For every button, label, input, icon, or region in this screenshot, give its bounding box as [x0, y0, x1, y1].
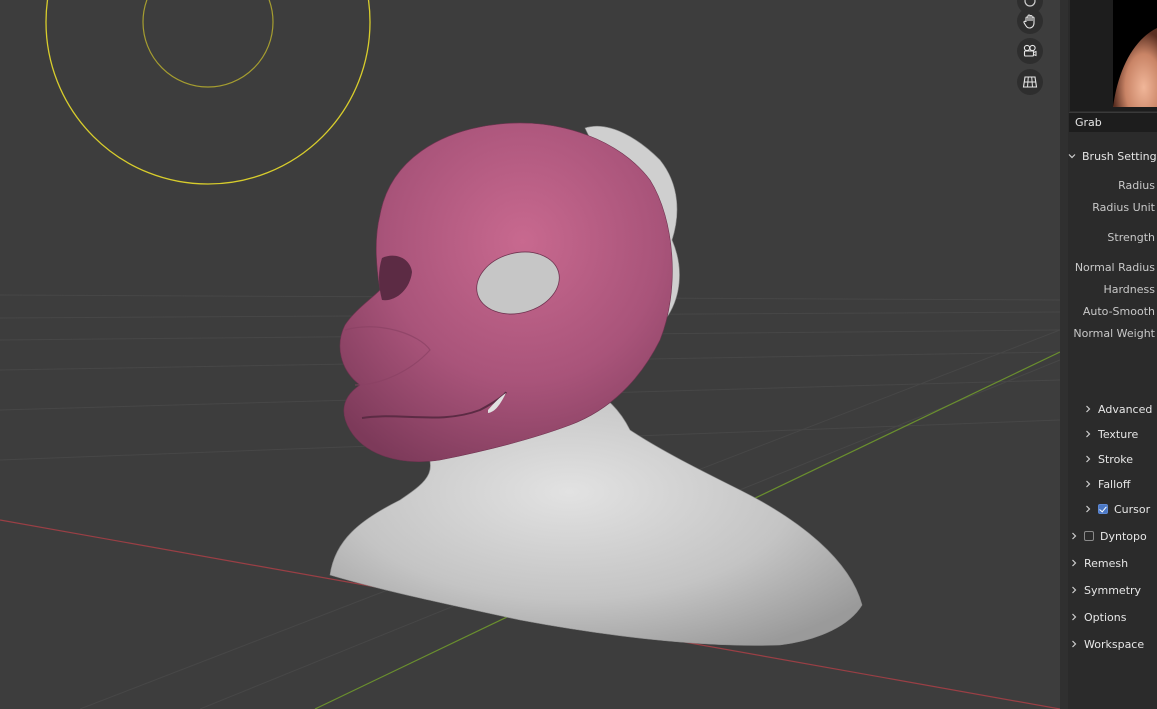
subpanel-falloff[interactable]: Falloff [1082, 475, 1130, 493]
panel-options[interactable]: Options [1068, 608, 1126, 626]
subpanel-stroke[interactable]: Stroke [1082, 450, 1133, 468]
panel-dyntopo-label: Dyntopo [1100, 529, 1147, 543]
chevron-right-icon [1068, 584, 1080, 596]
subpanel-advanced-label: Advanced [1098, 402, 1153, 416]
chevron-right-icon [1068, 611, 1080, 623]
panel-brush-settings[interactable]: Brush Settings [1066, 147, 1157, 165]
panel-remesh-label: Remesh [1084, 556, 1129, 570]
panel-options-label: Options [1084, 610, 1127, 624]
prop-strength-label: Strength [1107, 231, 1155, 244]
prop-normal-radius-label: Normal Radius [1074, 261, 1155, 274]
hand-pan-icon[interactable] [1017, 8, 1043, 34]
chevron-right-icon [1082, 478, 1094, 490]
brush-cursor-inner-ring [142, 0, 274, 88]
panel-workspace-label: Workspace [1084, 637, 1145, 651]
brush-name-field[interactable]: Grab [1069, 112, 1157, 132]
subpanel-cursor[interactable]: Cursor [1082, 500, 1150, 518]
chevron-right-icon [1082, 503, 1094, 515]
3d-viewport[interactable] [0, 0, 1060, 709]
subpanel-advanced[interactable]: Advanced [1082, 400, 1152, 418]
subpanel-texture-label: Texture [1098, 427, 1139, 441]
cursor-checkbox[interactable] [1098, 504, 1108, 514]
grid-view-icon[interactable] [1017, 69, 1043, 95]
chevron-right-icon [1068, 638, 1080, 650]
panel-dyntopo[interactable]: Dyntopo [1068, 527, 1147, 545]
prop-auto-smooth-label: Auto-Smooth [1082, 305, 1155, 318]
panel-symmetry-label: Symmetry [1084, 583, 1142, 597]
panel-workspace[interactable]: Workspace [1068, 635, 1144, 653]
prop-radius-label: Radius [1118, 179, 1155, 192]
brush-preview[interactable] [1070, 0, 1157, 111]
sculpt-scene [0, 0, 1060, 709]
subpanel-falloff-label: Falloff [1098, 477, 1131, 491]
chevron-down-icon [1066, 150, 1078, 162]
prop-hardness-label: Hardness [1103, 283, 1155, 296]
brush-thumbnail [1113, 0, 1157, 107]
camera-icon[interactable] [1017, 38, 1043, 64]
panel-brush-settings-label: Brush Settings [1082, 149, 1157, 163]
dyntopo-checkbox[interactable] [1084, 531, 1094, 541]
brush-cursor-outer-ring [45, 0, 371, 185]
prop-radius-unit-label: Radius Unit [1092, 201, 1155, 214]
chevron-right-icon [1082, 453, 1094, 465]
panel-symmetry[interactable]: Symmetry [1068, 581, 1141, 599]
panel-remesh[interactable]: Remesh [1068, 554, 1128, 572]
subpanel-texture[interactable]: Texture [1082, 425, 1138, 443]
chevron-right-icon [1068, 530, 1080, 542]
chevron-right-icon [1082, 403, 1094, 415]
chevron-right-icon [1068, 557, 1080, 569]
subpanel-stroke-label: Stroke [1098, 452, 1134, 466]
chevron-right-icon [1082, 428, 1094, 440]
prop-normal-weight-label: Normal Weight [1073, 327, 1155, 340]
subpanel-cursor-label: Cursor [1114, 502, 1151, 516]
